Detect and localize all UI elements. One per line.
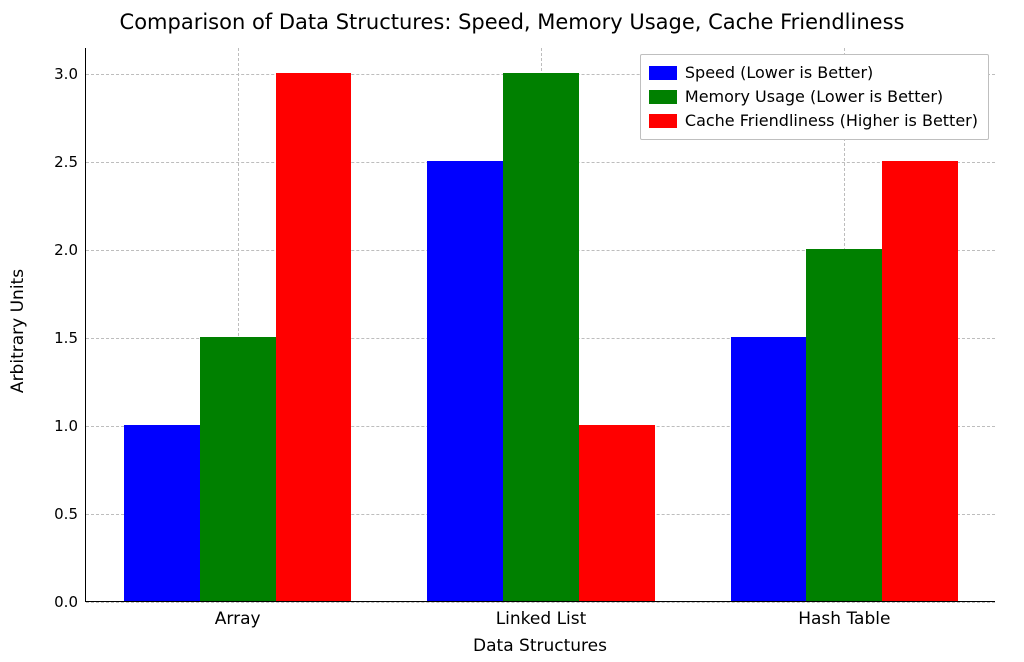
- ytick-label: 0.5: [54, 505, 86, 523]
- legend-label: Speed (Lower is Better): [685, 61, 873, 85]
- legend-item: Speed (Lower is Better): [649, 61, 978, 85]
- xtick-label: Array: [215, 601, 261, 629]
- chart-figure: Comparison of Data Structures: Speed, Me…: [0, 0, 1024, 662]
- plot-area: 0.00.51.01.52.02.53.0ArrayLinked ListHas…: [85, 48, 995, 602]
- y-axis-label: Arbitrary Units: [8, 269, 28, 393]
- bar: [124, 425, 200, 601]
- bar: [731, 337, 807, 601]
- bar: [276, 73, 352, 601]
- legend-swatch: [649, 90, 677, 104]
- bar: [806, 249, 882, 601]
- bar: [882, 161, 958, 601]
- ytick-label: 0.0: [54, 593, 86, 611]
- legend-label: Cache Friendliness (Higher is Better): [685, 109, 978, 133]
- x-axis-label: Data Structures: [85, 636, 995, 656]
- ytick-label: 3.0: [54, 65, 86, 83]
- ytick-label: 1.0: [54, 417, 86, 435]
- legend-label: Memory Usage (Lower is Better): [685, 85, 943, 109]
- bar: [503, 73, 579, 601]
- bar: [427, 161, 503, 601]
- legend-swatch: [649, 66, 677, 80]
- xtick-label: Linked List: [496, 601, 587, 629]
- chart-title: Comparison of Data Structures: Speed, Me…: [0, 10, 1024, 34]
- ytick-label: 1.5: [54, 329, 86, 347]
- legend-item: Cache Friendliness (Higher is Better): [649, 109, 978, 133]
- bar: [200, 337, 276, 601]
- legend: Speed (Lower is Better)Memory Usage (Low…: [640, 54, 989, 140]
- legend-swatch: [649, 114, 677, 128]
- ytick-label: 2.5: [54, 153, 86, 171]
- bar: [579, 425, 655, 601]
- ytick-label: 2.0: [54, 241, 86, 259]
- legend-item: Memory Usage (Lower is Better): [649, 85, 978, 109]
- xtick-label: Hash Table: [798, 601, 890, 629]
